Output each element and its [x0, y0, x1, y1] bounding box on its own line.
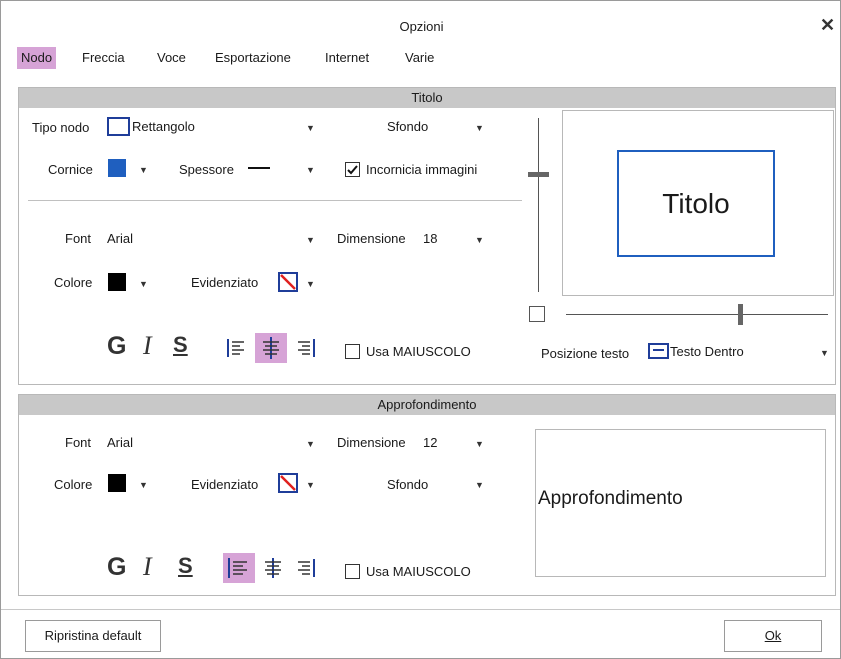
appr-underline-button[interactable]: S [178, 553, 193, 579]
titolo-maiuscolo-checkbox[interactable] [345, 344, 360, 359]
titolo-colore-dropdown-icon[interactable]: ▼ [139, 279, 148, 289]
footer-divider [1, 609, 840, 610]
posizione-testo-value[interactable]: Testo Dentro [670, 344, 744, 359]
appr-align-center-icon [265, 558, 281, 578]
italic-button[interactable]: I [143, 331, 152, 361]
titolo-font-label: Font [65, 231, 92, 246]
tipo-nodo-value[interactable]: Rettangolo [132, 119, 195, 134]
close-icon[interactable]: ✕ [820, 15, 835, 36]
align-right-icon [298, 339, 315, 357]
appr-maiuscolo-label[interactable]: Usa MAIUSCOLO [366, 564, 471, 579]
appr-dimensione-label: Dimensione [337, 435, 406, 450]
titolo-font-dropdown-icon[interactable]: ▼ [306, 235, 315, 245]
cornice-dropdown-icon[interactable]: ▼ [139, 165, 148, 175]
incornicia-label[interactable]: Incornicia immagini [366, 162, 477, 177]
titolo-font-value[interactable]: Arial [107, 231, 133, 246]
appr-no-color-icon[interactable] [278, 473, 298, 496]
appr-dimensione-dropdown-icon[interactable]: ▼ [475, 439, 484, 449]
appr-align-right-button[interactable] [291, 554, 319, 582]
appr-align-left-icon [228, 558, 247, 578]
options-dialog: Opzioni ✕ Nodo Freccia Voce Esportazione… [0, 0, 841, 659]
align-left-icon [227, 339, 244, 357]
appr-font-label: Font [65, 435, 92, 450]
titolo-dimensione-label: Dimensione [337, 231, 406, 246]
appr-align-right-icon [298, 559, 315, 577]
lock-checkbox[interactable] [529, 306, 545, 322]
spessore-label: Spessore [179, 162, 234, 177]
spessore-dropdown-icon[interactable]: ▼ [306, 165, 315, 175]
titolo-sfondo-label: Sfondo [387, 119, 429, 134]
align-center-icon [263, 337, 279, 359]
tab-nodo[interactable]: Nodo [17, 47, 57, 69]
appr-font-value[interactable]: Arial [107, 435, 133, 450]
incornicia-checkbox[interactable] [345, 162, 360, 177]
text-inside-icon [648, 343, 669, 359]
vertical-slider-track[interactable] [538, 118, 539, 292]
tab-esportazione[interactable]: Esportazione [211, 47, 295, 69]
no-color-icon[interactable] [278, 272, 298, 295]
titolo-preview-node: Titolo [617, 150, 775, 257]
appr-font-dropdown-icon[interactable]: ▼ [306, 439, 315, 449]
titolo-colore-label: Colore [54, 275, 93, 290]
vertical-slider-thumb[interactable] [528, 172, 549, 177]
appr-preview-text: Approfondimento [538, 488, 683, 509]
appr-colore-swatch[interactable] [108, 474, 126, 492]
appr-colore-dropdown-icon[interactable]: ▼ [139, 480, 148, 490]
tab-freccia[interactable]: Freccia [78, 47, 129, 69]
tipo-nodo-label: Tipo nodo [32, 120, 90, 135]
appr-dimensione-value[interactable]: 12 [423, 435, 437, 450]
line-thickness-icon [248, 167, 270, 169]
titolo-dimensione-value[interactable]: 18 [423, 231, 437, 246]
divider [28, 200, 522, 201]
align-center-button[interactable] [255, 333, 287, 363]
horizontal-slider-thumb[interactable] [738, 304, 743, 325]
bold-button[interactable]: G [107, 332, 126, 361]
appr-sfondo-label: Sfondo [387, 477, 429, 492]
tab-varie[interactable]: Varie [401, 47, 438, 69]
tab-internet[interactable]: Internet [321, 47, 373, 69]
horizontal-slider-track[interactable] [566, 314, 828, 315]
appr-italic-button[interactable]: I [143, 552, 152, 582]
cornice-color-swatch[interactable] [108, 159, 126, 177]
window-title: Opzioni [399, 19, 444, 34]
cornice-label: Cornice [48, 162, 93, 177]
approfondimento-header: Approfondimento [19, 395, 835, 415]
appr-sfondo-dropdown-icon[interactable]: ▼ [475, 480, 484, 490]
titolo-colore-swatch[interactable] [108, 273, 126, 291]
appr-colore-label: Colore [54, 477, 93, 492]
rectangle-shape-icon [107, 117, 130, 136]
posizione-testo-label: Posizione testo [541, 346, 630, 361]
reset-default-button[interactable]: Ripristina default [25, 620, 161, 652]
titolo-maiuscolo-label[interactable]: Usa MAIUSCOLO [366, 344, 471, 359]
titolo-evidenziato-label: Evidenziato [191, 275, 259, 290]
titolo-evidenziato-dropdown-icon[interactable]: ▼ [306, 279, 315, 289]
posizione-testo-dropdown-icon[interactable]: ▼ [820, 348, 829, 358]
titolo-sfondo-dropdown-icon[interactable]: ▼ [475, 123, 484, 133]
titolo-header: Titolo [19, 88, 835, 108]
tipo-nodo-dropdown-icon[interactable]: ▼ [306, 123, 315, 133]
appr-maiuscolo-checkbox[interactable] [345, 564, 360, 579]
appr-bold-button[interactable]: G [107, 553, 126, 582]
appr-evidenziato-dropdown-icon[interactable]: ▼ [306, 480, 315, 490]
titolo-dimensione-dropdown-icon[interactable]: ▼ [475, 235, 484, 245]
appr-evidenziato-label: Evidenziato [191, 477, 259, 492]
align-left-button[interactable] [223, 334, 251, 362]
underline-button[interactable]: S [173, 332, 188, 358]
appr-align-left-button[interactable] [223, 553, 255, 583]
appr-align-center-button[interactable] [259, 554, 287, 582]
tab-voce[interactable]: Voce [153, 47, 190, 69]
ok-button[interactable]: Ok [724, 620, 822, 652]
align-right-button[interactable] [291, 334, 319, 362]
